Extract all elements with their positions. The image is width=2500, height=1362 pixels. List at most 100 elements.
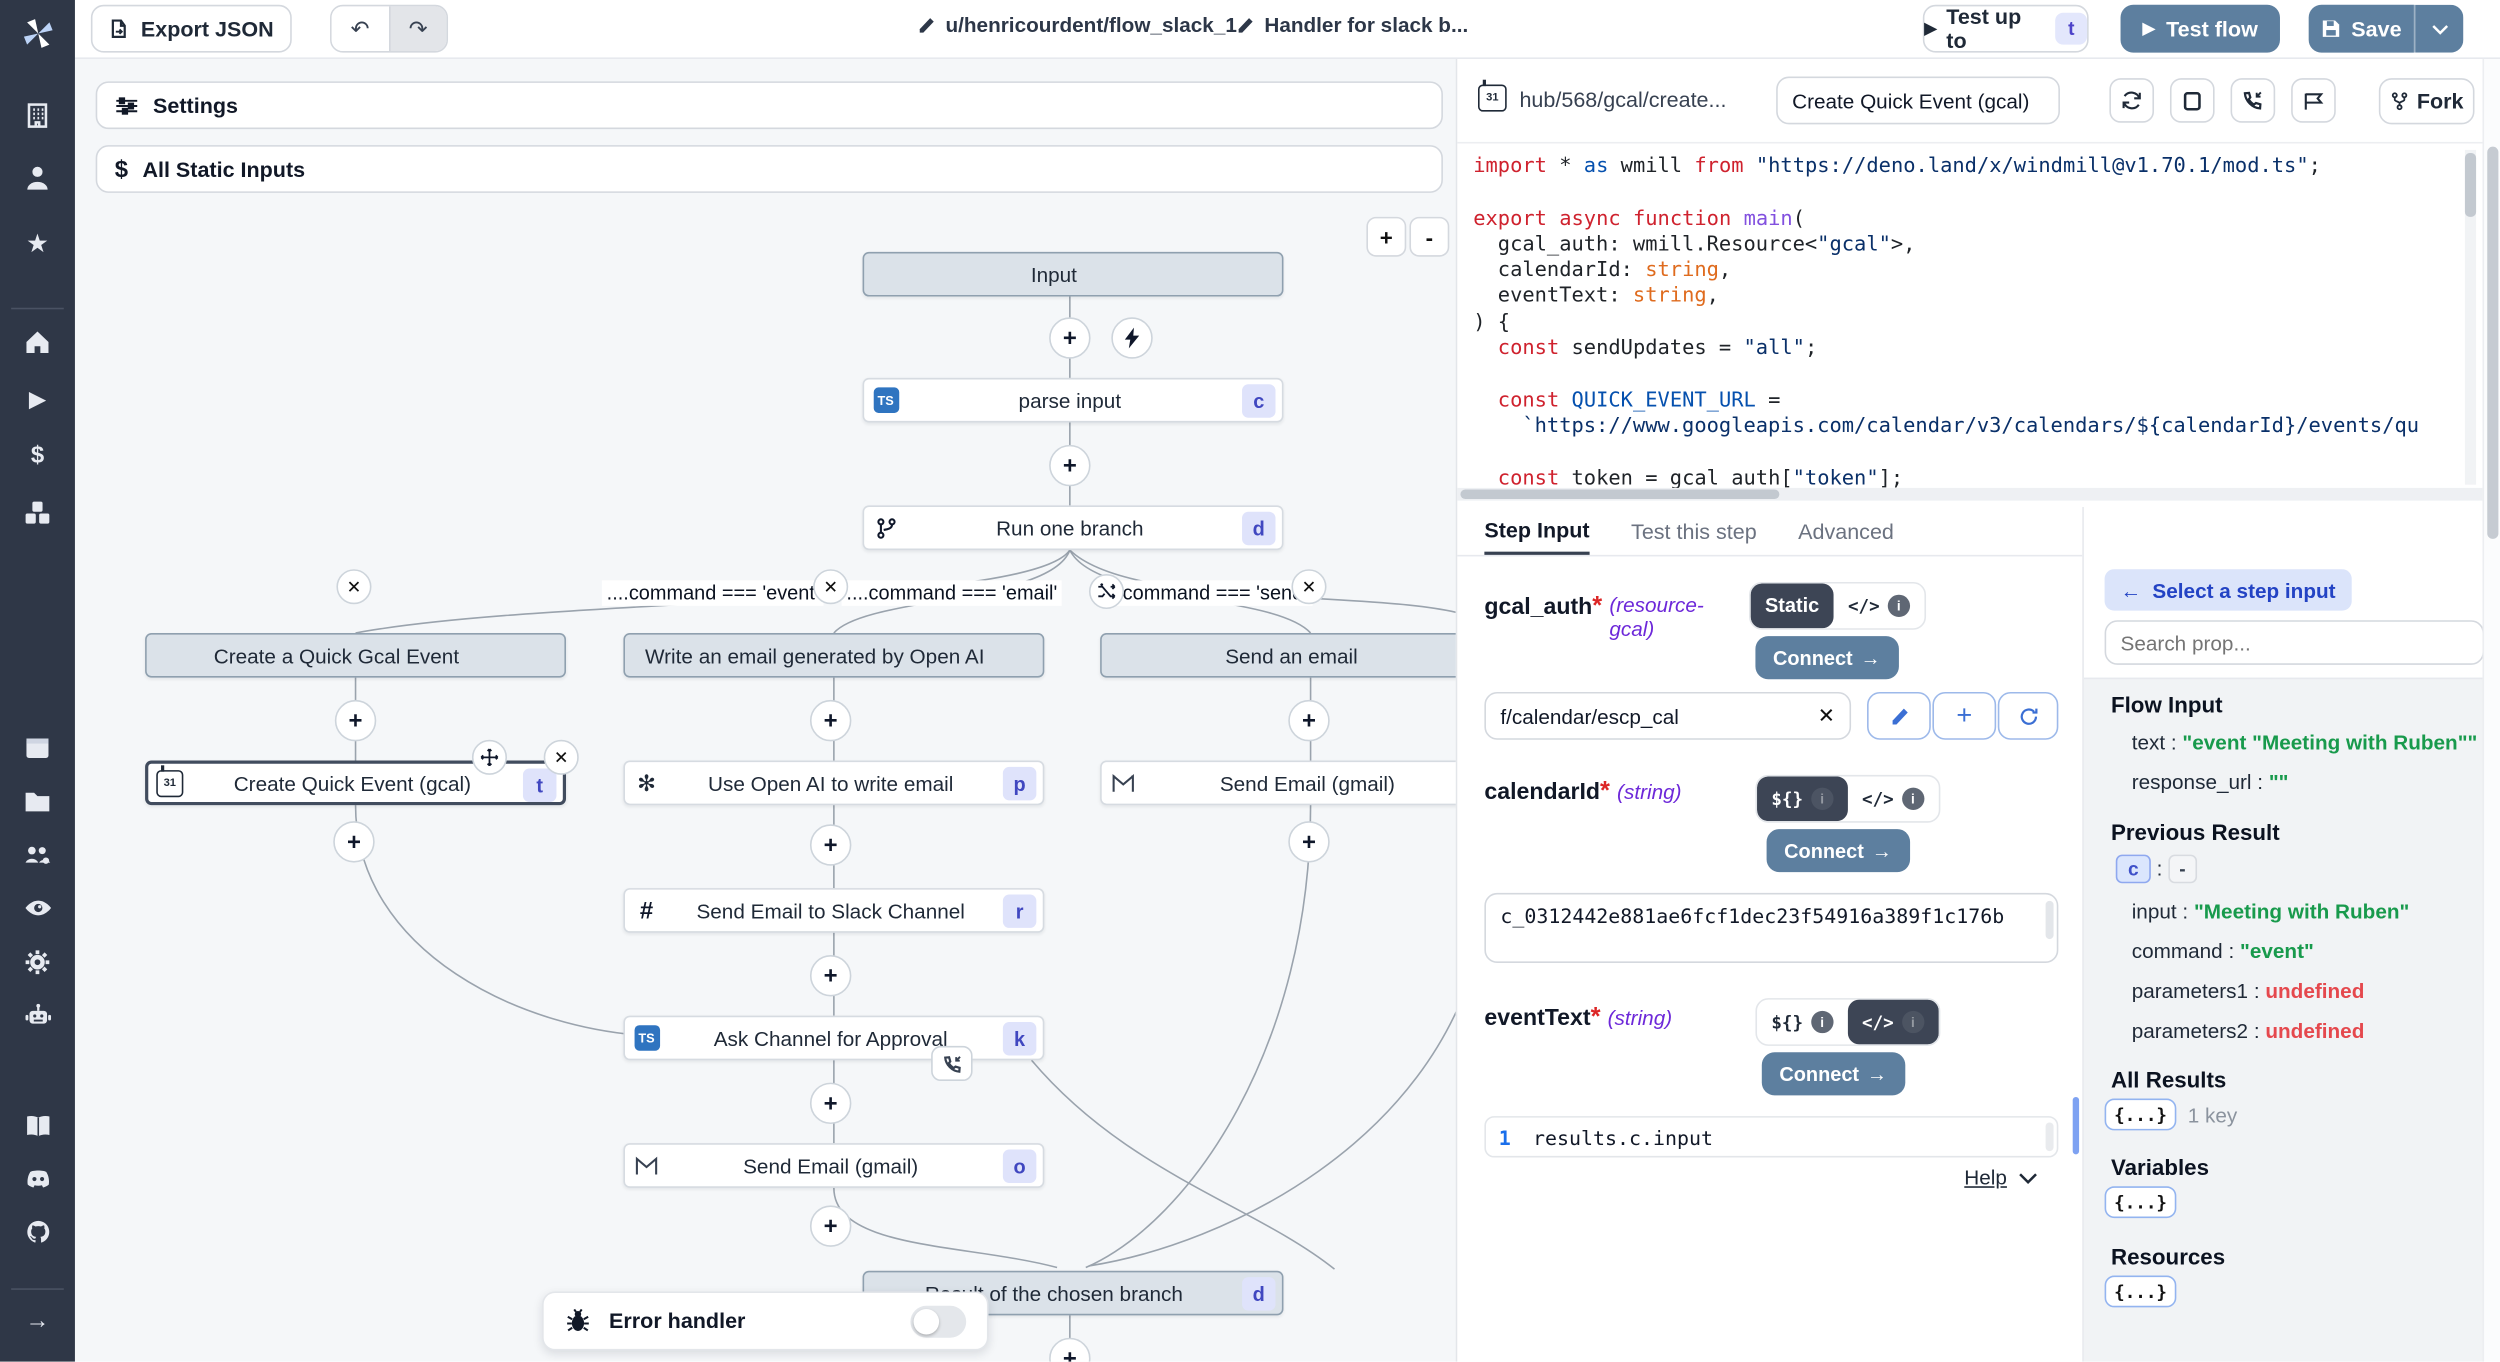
prop-row[interactable]: response_url : "" xyxy=(2132,770,2289,794)
fork-button[interactable]: Fork xyxy=(2379,78,2475,124)
branch-compare-button[interactable] xyxy=(1089,574,1124,609)
code-mode-segment[interactable]: </> xyxy=(1848,596,1880,617)
docs-book-icon[interactable] xyxy=(0,1113,75,1140)
tab-test-this-step[interactable]: Test this step xyxy=(1631,507,1757,555)
select-step-input-button[interactable]: ← Select a step input xyxy=(2105,569,2352,610)
add-step-button[interactable] xyxy=(1049,317,1090,358)
add-step-button[interactable] xyxy=(335,700,376,741)
error-handler-card[interactable]: Error handler xyxy=(542,1291,988,1350)
github-icon[interactable] xyxy=(0,1218,75,1245)
step-node-send-email-slack[interactable]: # Send Email to Slack Channel r xyxy=(623,888,1044,933)
gcal-auth-connect-button[interactable]: Connect→ xyxy=(1755,636,1898,679)
branch-header-send[interactable]: Send an email xyxy=(1100,633,1456,678)
remove-branch-button[interactable] xyxy=(1291,569,1326,604)
prop-row[interactable]: command : "event" xyxy=(2132,939,2314,963)
remove-branch-button[interactable] xyxy=(813,569,848,604)
static-mode-segment[interactable]: Static xyxy=(1751,584,1834,629)
step-node-send-email-gmail-right[interactable]: Send Email (gmail) xyxy=(1100,761,1456,806)
prop-row[interactable]: input : "Meeting with Ruben" xyxy=(2132,899,2410,923)
page-scrollbar[interactable] xyxy=(2482,57,2500,1361)
object-badge[interactable]: {...} xyxy=(2105,1099,2177,1131)
step-id-badge[interactable]: c xyxy=(2116,855,2151,884)
reload-script-button[interactable] xyxy=(2109,78,2154,123)
add-step-button[interactable] xyxy=(333,821,374,862)
add-step-button[interactable] xyxy=(1288,821,1329,862)
object-badge[interactable]: {...} xyxy=(2105,1186,2177,1218)
prop-row[interactable]: text : "event "Meeting with Ruben"" xyxy=(2132,730,2478,754)
tab-step-input[interactable]: Step Input xyxy=(1484,507,1589,555)
sleep-step-button[interactable] xyxy=(2291,78,2336,123)
delete-step-button[interactable] xyxy=(544,740,579,775)
calendarid-mode-toggle[interactable]: ${} i </> i xyxy=(1755,775,1940,823)
flow-canvas[interactable]: Settings $ All Static Inputs + - Input T… xyxy=(75,57,1456,1361)
home-icon[interactable] xyxy=(0,328,75,355)
info-icon[interactable]: i xyxy=(1902,1011,1924,1033)
prop-row[interactable]: parameters2 : undefined xyxy=(2132,1019,2365,1043)
schedules-calendar-icon[interactable] xyxy=(0,733,75,760)
add-resource-button[interactable]: + xyxy=(1932,692,1996,740)
form-scrollbar-thumb[interactable] xyxy=(2073,1097,2079,1154)
suspend-approval-button[interactable] xyxy=(931,1046,972,1081)
code-mode-segment[interactable]: </> xyxy=(1862,1012,1894,1033)
windmill-logo-icon[interactable] xyxy=(0,16,75,51)
branch-header-gcal[interactable]: Create a Quick Gcal Event xyxy=(145,633,566,678)
workers-robot-icon[interactable] xyxy=(0,1001,75,1028)
branch-condition-label[interactable]: ....command === 'event' xyxy=(602,580,824,606)
edit-resource-button[interactable] xyxy=(1867,692,1931,740)
resources-row[interactable]: {...} xyxy=(2105,1276,2177,1308)
folders-icon[interactable] xyxy=(0,788,75,815)
add-step-button[interactable] xyxy=(810,824,851,865)
variables-row[interactable]: {...} xyxy=(2105,1186,2177,1218)
add-step-button[interactable] xyxy=(810,955,851,996)
undo-button[interactable]: ↶ xyxy=(332,6,389,51)
info-icon[interactable]: i xyxy=(1811,1011,1833,1033)
template-mode-segment[interactable]: ${} xyxy=(1771,1012,1803,1033)
help-link[interactable]: Help xyxy=(1964,1165,2037,1189)
step-node-send-email-gmail-mid[interactable]: Send Email (gmail) o xyxy=(623,1143,1044,1188)
test-up-to-button[interactable]: ▶ Test up to t xyxy=(1923,5,2089,53)
step-name-input[interactable] xyxy=(1776,77,2060,125)
settings-gear-icon[interactable] xyxy=(0,949,75,976)
branch-condition-label[interactable]: ....command === 'email' xyxy=(842,580,1062,606)
save-button[interactable]: Save xyxy=(2309,5,2414,53)
code-editor[interactable]: import * as wmill from "https://deno.lan… xyxy=(1457,143,2477,491)
code-mode-segment[interactable]: </> xyxy=(1862,788,1894,809)
step-node-parse-input[interactable]: TS parse input c xyxy=(863,378,1284,423)
all-results-row[interactable]: {...} 1 key xyxy=(2105,1099,2238,1131)
prop-row[interactable]: c : - xyxy=(2116,855,2197,884)
user-icon[interactable] xyxy=(0,164,75,191)
move-step-button[interactable] xyxy=(472,740,507,775)
object-badge[interactable]: {...} xyxy=(2105,1276,2177,1308)
gcal-auth-mode-toggle[interactable]: Static </>i xyxy=(1749,582,1926,630)
add-step-button[interactable] xyxy=(1049,445,1090,486)
clear-icon[interactable]: ✕ xyxy=(1818,703,1835,729)
eventtext-connect-button[interactable]: Connect→ xyxy=(1762,1052,1905,1095)
template-mode-segment[interactable]: ${} xyxy=(1771,788,1803,809)
refresh-resource-button[interactable] xyxy=(1998,692,2059,740)
favorites-star-icon[interactable]: ★ xyxy=(0,228,75,260)
export-json-button[interactable]: Export JSON xyxy=(91,5,292,53)
flow-path-breadcrumb[interactable]: u/henricourdent/flow_slack_1 xyxy=(917,13,1237,37)
branch-condition-label[interactable]: ....command === 'send' xyxy=(1096,580,1312,606)
info-icon[interactable]: i xyxy=(1811,788,1833,810)
prop-row[interactable]: parameters1 : undefined xyxy=(2132,979,2365,1003)
runs-play-icon[interactable]: ▶ xyxy=(0,386,75,413)
info-icon[interactable]: i xyxy=(1902,788,1924,810)
trigger-bolt-button[interactable] xyxy=(1111,317,1152,358)
audit-eye-icon[interactable] xyxy=(0,894,75,921)
add-step-button[interactable] xyxy=(1288,700,1329,741)
search-prop-input[interactable] xyxy=(2105,620,2484,665)
variables-dollar-icon[interactable]: $ xyxy=(0,442,75,469)
tab-advanced[interactable]: Advanced xyxy=(1798,507,1894,555)
suspend-step-button[interactable] xyxy=(2231,78,2276,123)
inner-scrollbar[interactable] xyxy=(2046,901,2054,939)
resource-path-input[interactable]: f/calendar/escp_cal ✕ xyxy=(1484,692,1851,740)
flow-summary-breadcrumb[interactable]: Handler for slack b... xyxy=(1236,13,1469,37)
add-step-button[interactable] xyxy=(810,1083,851,1124)
add-step-button[interactable] xyxy=(810,700,851,741)
add-step-button[interactable] xyxy=(810,1205,851,1246)
code-vertical-scrollbar[interactable] xyxy=(2465,150,2476,485)
calendarid-connect-button[interactable]: Connect→ xyxy=(1767,829,1910,872)
calendarid-value-input[interactable]: c_0312442e881ae6fcf1dec23f54916a389f1c17… xyxy=(1484,893,2058,963)
workspace-building-icon[interactable] xyxy=(0,102,75,129)
